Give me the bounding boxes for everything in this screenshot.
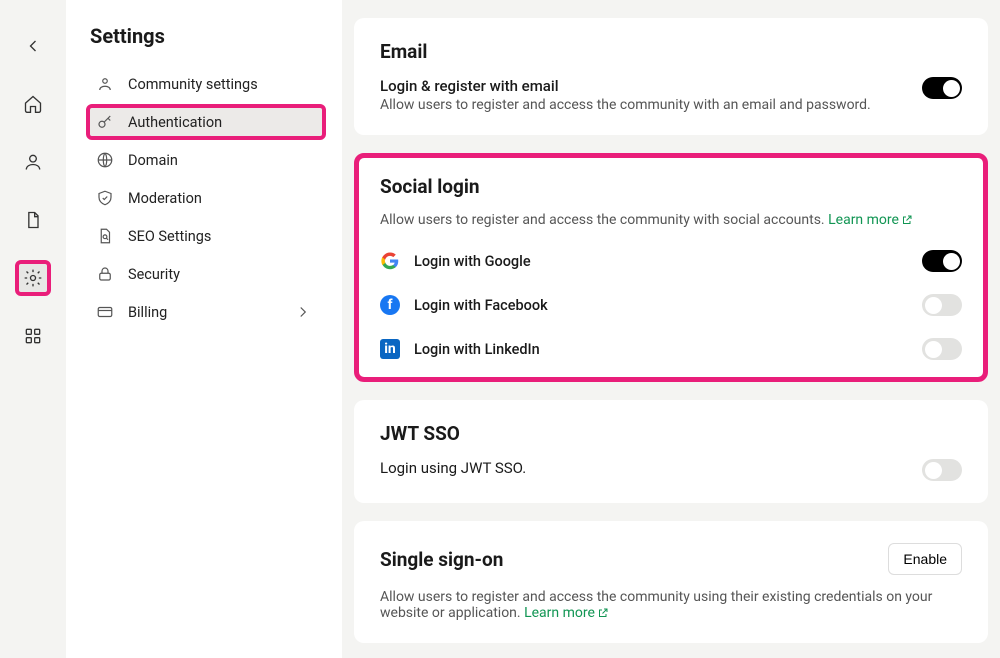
settings-icon[interactable] [15,260,51,296]
chevron-right-icon [294,303,312,321]
sso-enable-button[interactable]: Enable [888,543,962,575]
sso-desc: Allow users to register and access the c… [380,589,962,621]
sidebar-item-security[interactable]: Security [86,256,326,292]
linkedin-toggle[interactable] [922,338,962,360]
sso-heading: Single sign-on [380,548,503,571]
linkedin-label: Login with LinkedIn [414,341,908,358]
sidebar-item-seo[interactable]: SEO Settings [86,218,326,254]
sidebar-item-label: Domain [128,152,178,169]
sso-learn-more-link[interactable]: Learn more [524,605,609,621]
social-desc: Allow users to register and access the c… [380,212,962,228]
social-linkedin-row: in Login with LinkedIn [380,338,962,360]
facebook-label: Login with Facebook [414,297,908,314]
email-desc: Allow users to register and access the c… [380,97,912,113]
facebook-icon: f [380,295,400,315]
sidebar-item-label: Authentication [128,114,222,131]
jwt-desc: Login using JWT SSO. [380,459,912,477]
apps-icon[interactable] [15,318,51,354]
sidebar-item-billing[interactable]: Billing [86,294,326,330]
sidebar-item-label: SEO Settings [128,228,211,245]
sidebar-item-label: Billing [128,304,167,321]
sso-card: Single sign-on Enable Allow users to reg… [354,521,988,643]
jwt-card: JWT SSO Login using JWT SSO. [354,400,988,503]
document-icon[interactable] [15,202,51,238]
social-heading: Social login [380,175,962,198]
email-toggle[interactable] [922,77,962,99]
jwt-heading: JWT SSO [380,422,962,445]
social-facebook-row: f Login with Facebook [380,294,962,316]
sidebar-item-domain[interactable]: Domain [86,142,326,178]
google-label: Login with Google [414,253,908,270]
sidebar-item-authentication[interactable]: Authentication [86,104,326,140]
sidebar-item-label: Security [128,266,180,283]
back-icon[interactable] [15,28,51,64]
email-heading: Email [380,40,962,63]
linkedin-icon: in [380,339,400,359]
sidebar-item-community[interactable]: Community settings [86,66,326,102]
sidebar-item-moderation[interactable]: Moderation [86,180,326,216]
email-title: Login & register with email [380,77,912,95]
main-content: Email Login & register with email Allow … [342,0,1000,658]
settings-sidebar: Settings Community settings Authenticati… [66,0,342,658]
social-login-card: Social login Allow users to register and… [354,153,988,382]
sidebar-item-label: Moderation [128,190,202,207]
sidebar-item-label: Community settings [128,76,258,93]
sidebar-title: Settings [86,24,342,48]
google-icon [380,251,400,271]
social-google-row: Login with Google [380,250,962,272]
external-link-icon [901,214,913,226]
social-learn-more-link[interactable]: Learn more [828,212,913,228]
jwt-toggle[interactable] [922,459,962,481]
facebook-toggle[interactable] [922,294,962,316]
home-icon[interactable] [15,86,51,122]
icon-rail [0,0,66,658]
external-link-icon [597,607,609,619]
user-icon[interactable] [15,144,51,180]
google-toggle[interactable] [922,250,962,272]
email-card: Email Login & register with email Allow … [354,18,988,135]
